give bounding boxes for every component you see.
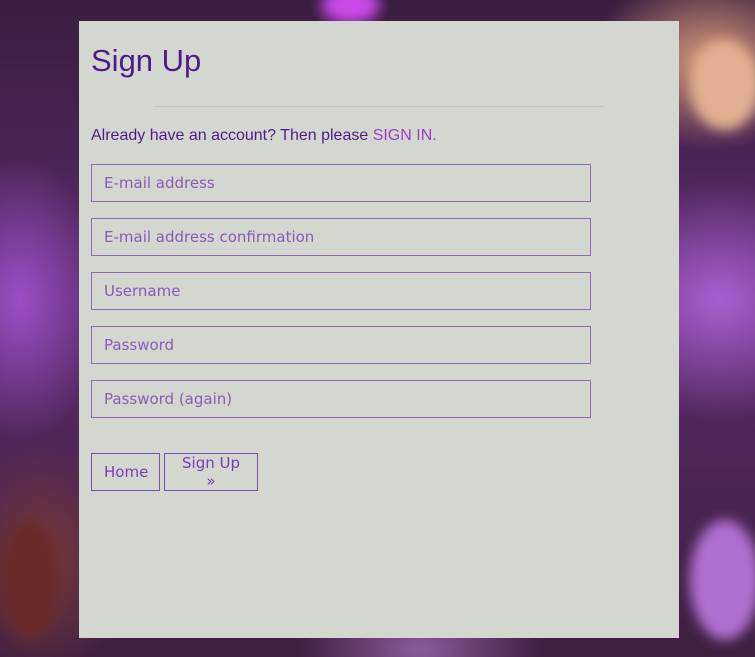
title-divider — [154, 106, 604, 107]
signin-prompt-text: Already have an account? Then please — [91, 127, 373, 144]
background-photo-blob — [325, 0, 377, 20]
page-title: Sign Up — [91, 43, 202, 78]
signin-suffix: . — [432, 127, 437, 144]
background-photo-blob — [690, 520, 755, 640]
sign-up-button[interactable]: Sign Up » — [164, 453, 258, 491]
password-field[interactable] — [91, 326, 591, 364]
signup-panel: Sign Up Already have an account? Then pl… — [79, 21, 679, 638]
signin-prompt: Already have an account? Then please SIG… — [91, 127, 437, 145]
background-photo-blob — [690, 40, 755, 130]
email-confirmation-field[interactable] — [91, 218, 591, 256]
email-field[interactable] — [91, 164, 591, 202]
home-button[interactable]: Home — [91, 453, 160, 491]
signin-link[interactable]: SIGN IN — [373, 127, 433, 144]
username-field[interactable] — [91, 272, 591, 310]
background-photo-blob — [0, 520, 60, 640]
password-again-field[interactable] — [91, 380, 591, 418]
